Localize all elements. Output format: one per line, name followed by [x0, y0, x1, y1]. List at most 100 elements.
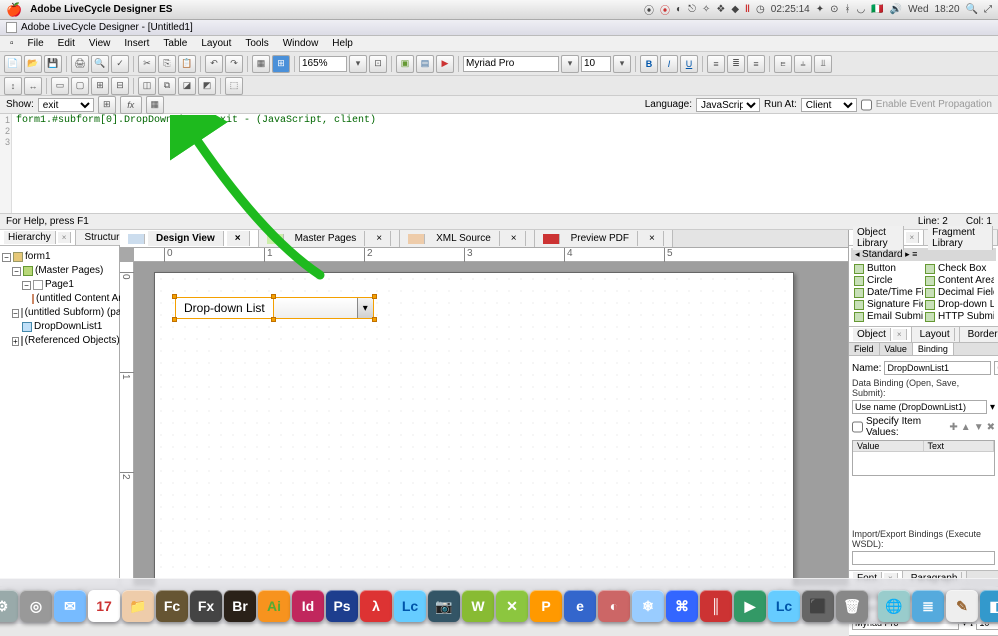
status-icon[interactable]: ✦ — [816, 4, 824, 15]
status-icon[interactable]: ⊙ — [830, 4, 838, 15]
cut-button[interactable]: ✂ — [138, 55, 156, 73]
tree-node-dropdown[interactable]: DropDownList1 — [2, 320, 117, 334]
spotlight-icon[interactable]: 🔍 — [966, 4, 978, 15]
dock-app-icon[interactable]: Fx — [190, 590, 222, 622]
dock-app-icon[interactable]: ▶ — [734, 590, 766, 622]
align-right-button[interactable]: ≡ — [747, 55, 765, 73]
bluetooth-icon[interactable]: ᚼ — [844, 4, 850, 15]
dropdown-value-area[interactable]: ▾ — [274, 297, 374, 319]
fragment-button[interactable]: ▤ — [416, 55, 434, 73]
dock-app-icon[interactable]: 📷 — [428, 590, 460, 622]
dock-app-icon[interactable]: ✉ — [54, 590, 86, 622]
object-name-input[interactable] — [884, 361, 991, 375]
status-icon[interactable]: ✧ — [702, 4, 710, 15]
subtab-value[interactable]: Value — [880, 343, 913, 355]
grid-button[interactable]: ⊞ — [272, 55, 290, 73]
library-item[interactable]: Decimal Field — [924, 287, 994, 298]
tool-button[interactable]: ⊞ — [91, 77, 109, 95]
script-editor[interactable]: 123 form1.#subform[0].DropDownList1::exi… — [0, 114, 998, 214]
tool-button[interactable]: ⊟ — [111, 77, 129, 95]
size-dropdown[interactable]: ▾ — [613, 55, 631, 73]
language-select[interactable]: JavaScript — [696, 98, 760, 112]
valign-button[interactable]: ⫫ — [814, 55, 832, 73]
tab-master-pages[interactable]: Master Pages× — [259, 230, 401, 247]
bold-button[interactable]: B — [640, 55, 658, 73]
library-category[interactable]: ◂ Standard ▸ ≡ — [851, 248, 996, 261]
status-icon[interactable]: ⎋ — [688, 4, 696, 15]
tree-node-form[interactable]: −form1 — [2, 250, 117, 264]
dock-app-icon[interactable]: Br — [224, 590, 256, 622]
tool-button[interactable]: ⬚ — [225, 77, 243, 95]
font-size-input[interactable] — [581, 56, 611, 72]
save-button[interactable]: 💾 — [44, 55, 62, 73]
tree-node-page[interactable]: −Page1 — [2, 278, 117, 292]
tree-node-referenced[interactable]: +(Referenced Objects) — [2, 334, 117, 348]
library-item[interactable]: Content Area — [924, 275, 994, 286]
copy-button[interactable]: ⎘ — [158, 55, 176, 73]
dock-app-icon[interactable]: 📁 — [122, 590, 154, 622]
enable-propagation-checkbox[interactable] — [861, 98, 872, 112]
flag-icon[interactable]: 🇮🇹 — [871, 4, 883, 15]
menu-file[interactable]: File — [22, 37, 50, 50]
data-binding-input[interactable] — [852, 400, 987, 414]
dock-app-icon[interactable]: e — [564, 590, 596, 622]
menubar-time[interactable]: 18:20 — [935, 4, 960, 15]
dock-app-icon[interactable]: ❄ — [632, 590, 664, 622]
tool-button[interactable]: ▢ — [71, 77, 89, 95]
menu-insert[interactable]: Insert — [118, 37, 155, 50]
dock-app-icon[interactable]: 🗑 — [836, 590, 868, 622]
system-clock[interactable]: 02:25:14 — [771, 4, 810, 15]
wifi-icon[interactable]: ◡ — [856, 4, 865, 15]
dock-app-icon[interactable]: ✕ — [496, 590, 528, 622]
dock-app-icon[interactable]: Ps — [326, 590, 358, 622]
dropdown-caption[interactable]: Drop-down List — [175, 297, 274, 319]
dock-app-icon[interactable]: Ai — [258, 590, 290, 622]
library-item[interactable]: Signature Field — [853, 299, 923, 310]
apple-menu-icon[interactable]: 🍎 — [6, 2, 22, 18]
font-dropdown[interactable]: ▾ — [561, 55, 579, 73]
tab-border[interactable]: Border — [960, 327, 998, 342]
preview-button[interactable]: 🔍 — [91, 55, 109, 73]
window-control-icon[interactable]: ▫ — [4, 37, 20, 50]
tool-button[interactable]: ◪ — [178, 77, 196, 95]
valign-button[interactable]: ⫨ — [794, 55, 812, 73]
dock-app-icon[interactable]: P — [530, 590, 562, 622]
dock-app-icon[interactable]: ⚙ — [0, 590, 18, 622]
zoom-input[interactable] — [299, 56, 347, 72]
binding-menu-icon[interactable]: ▾ — [990, 402, 995, 413]
dock-app-icon[interactable]: ◎ — [20, 590, 52, 622]
library-item[interactable]: Circle — [853, 275, 923, 286]
undo-button[interactable]: ↶ — [205, 55, 223, 73]
form-page[interactable]: Drop-down List ▾ — [154, 272, 794, 586]
dropdown-field[interactable]: Drop-down List ▾ — [175, 297, 374, 319]
table-button[interactable]: ▦ — [252, 55, 270, 73]
status-icon[interactable]: ⦿ — [644, 2, 654, 17]
tab-design-view[interactable]: Design View× — [120, 230, 259, 247]
align-center-button[interactable]: ≣ — [727, 55, 745, 73]
tool-button[interactable]: ↔ — [24, 77, 42, 95]
down-icon[interactable]: ▼ — [974, 422, 984, 433]
expand-icon[interactable]: ⤢ — [984, 4, 992, 15]
object-index-input[interactable] — [994, 361, 998, 375]
chevron-down-icon[interactable]: ▾ — [357, 298, 373, 318]
tab-layout[interactable]: Layout — [912, 327, 960, 342]
dock-app-icon[interactable]: ◐ — [598, 590, 630, 622]
tab-hierarchy[interactable]: Hierarchy× — [0, 230, 76, 245]
item-values-table[interactable]: ValueText — [852, 440, 995, 476]
zoom-dropdown[interactable]: ▾ — [349, 55, 367, 73]
subtab-binding[interactable]: Binding — [913, 343, 954, 355]
wsdl-binding-input[interactable] — [852, 551, 995, 565]
tree-node-area[interactable]: (untitled Content Area) — [2, 292, 117, 306]
tool-button[interactable]: ▭ — [51, 77, 69, 95]
dock-app-icon[interactable]: Id — [292, 590, 324, 622]
library-item[interactable]: Button — [853, 263, 923, 274]
up-icon[interactable]: ▲ — [961, 422, 971, 433]
dock-app-icon[interactable]: W — [462, 590, 494, 622]
tree-node-master[interactable]: −(Master Pages) — [2, 264, 117, 278]
hierarchy-tree[interactable]: −form1 −(Master Pages) −Page1 (untitled … — [0, 246, 119, 352]
zoom-fit-button[interactable]: ⊡ — [369, 55, 387, 73]
tab-preview-pdf[interactable]: Preview PDF× — [535, 230, 673, 247]
underline-button[interactable]: U — [680, 55, 698, 73]
tool-button[interactable]: ◩ — [198, 77, 216, 95]
tab-object[interactable]: Object× — [849, 327, 912, 342]
